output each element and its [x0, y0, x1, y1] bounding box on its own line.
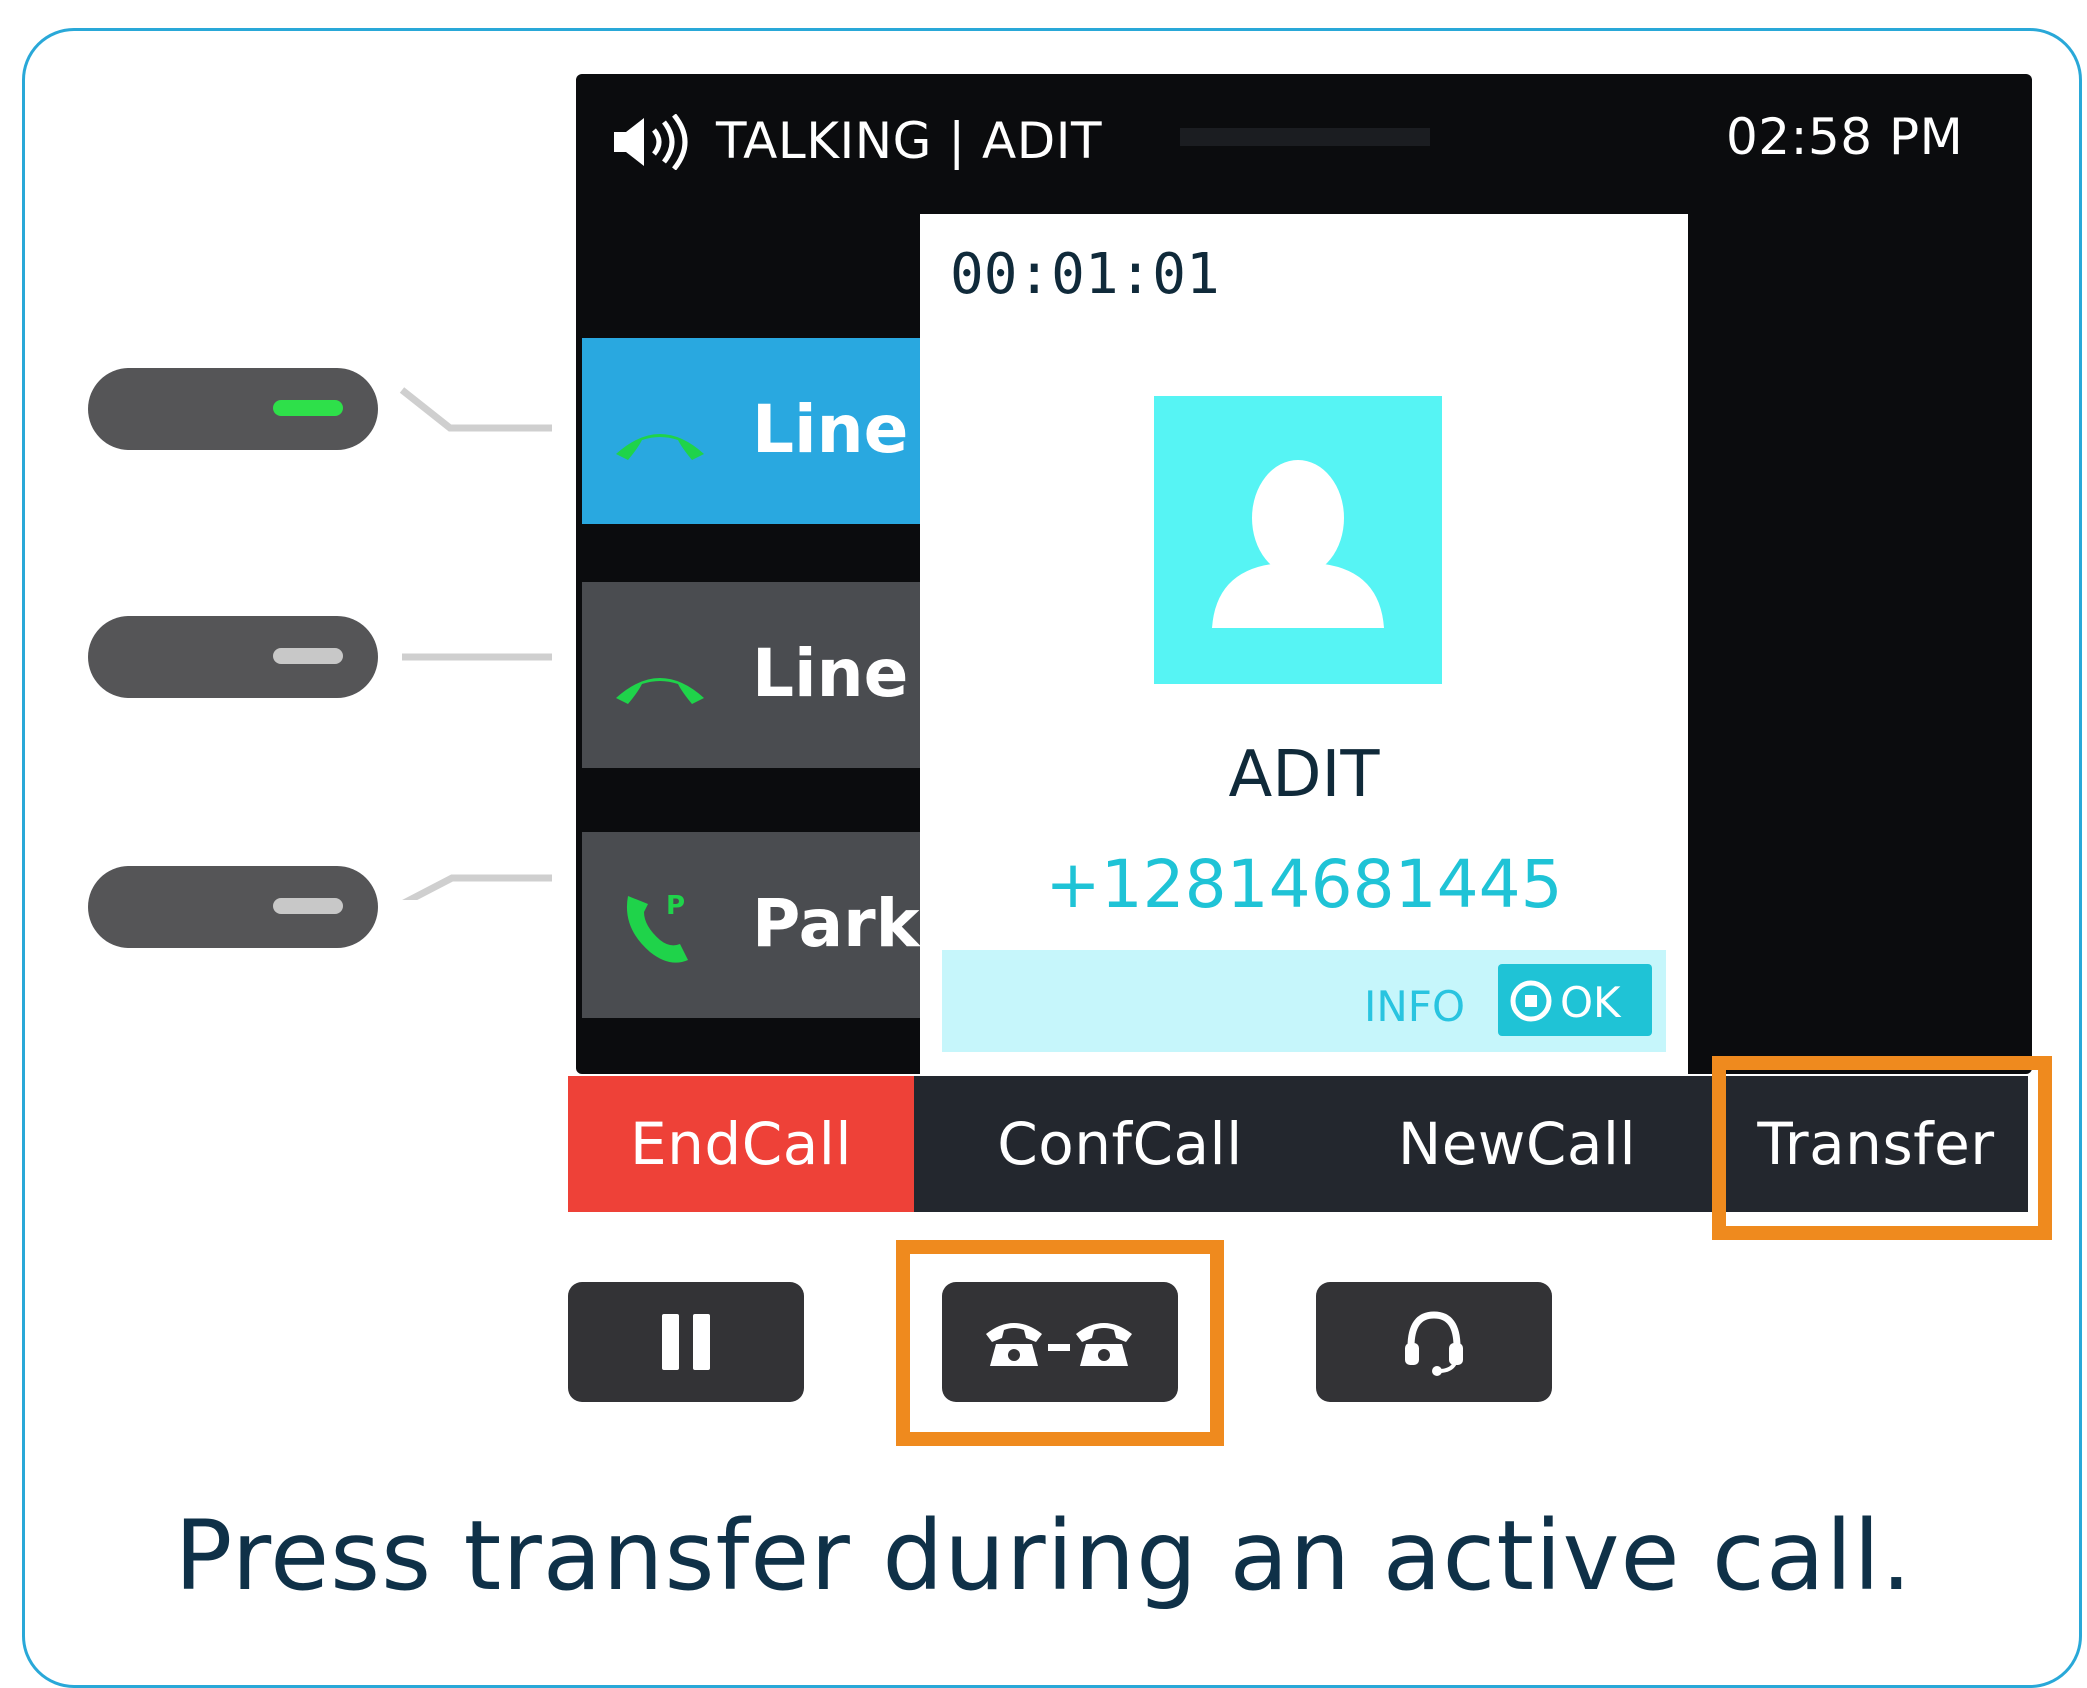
led-indicator — [273, 648, 343, 664]
svg-text:P: P — [666, 891, 685, 921]
contact-name: ADIT — [1228, 738, 1380, 812]
headset-icon — [1405, 1311, 1463, 1376]
ok-circle-icon — [1510, 980, 1552, 1022]
line-label: Park — [752, 885, 920, 962]
handset-green-icon — [616, 434, 704, 460]
line-label: Line — [752, 635, 909, 712]
info-label: INFO — [1364, 982, 1466, 1031]
end-call-softkey[interactable]: EndCall — [568, 1076, 914, 1212]
hold-button[interactable] — [568, 1282, 804, 1402]
ok-button[interactable]: OK — [1498, 964, 1652, 1036]
call-info-popup: 00:01:01 ADIT +12814681445 INFO OK — [920, 214, 1688, 1074]
headset-button[interactable] — [1316, 1282, 1552, 1402]
transfer-button-highlight — [896, 1240, 1224, 1446]
info-bar[interactable]: INFO OK — [942, 950, 1666, 1052]
line-key-3[interactable] — [88, 866, 378, 948]
transfer-softkey-highlight — [1712, 1056, 2052, 1240]
pause-icon — [662, 1314, 710, 1370]
speaker-icon — [614, 114, 688, 170]
instruction-caption: Press transfer during an active call. — [174, 1500, 1913, 1612]
ok-label: OK — [1560, 978, 1621, 1027]
line-key-1[interactable] — [88, 368, 378, 450]
handset-green-icon — [616, 678, 704, 704]
contact-number: +12814681445 — [1045, 846, 1563, 923]
led-indicator — [273, 898, 343, 914]
status-bar-shadow — [1180, 128, 1430, 146]
conf-call-softkey[interactable]: ConfCall — [920, 1076, 1320, 1212]
new-call-softkey[interactable]: NewCall — [1320, 1076, 1714, 1212]
line-key-2[interactable] — [88, 616, 378, 698]
park-phone-icon: P — [626, 891, 688, 963]
line-label: Line — [752, 391, 909, 468]
clock: 02:58 PM — [1726, 108, 1964, 166]
connector-lines — [399, 387, 552, 900]
contact-avatar — [1154, 396, 1442, 684]
call-status: TALKING | ADIT — [716, 112, 1103, 170]
call-timer: 00:01:01 — [950, 242, 1220, 307]
person-icon — [1212, 460, 1384, 628]
led-indicator-active — [273, 400, 343, 416]
